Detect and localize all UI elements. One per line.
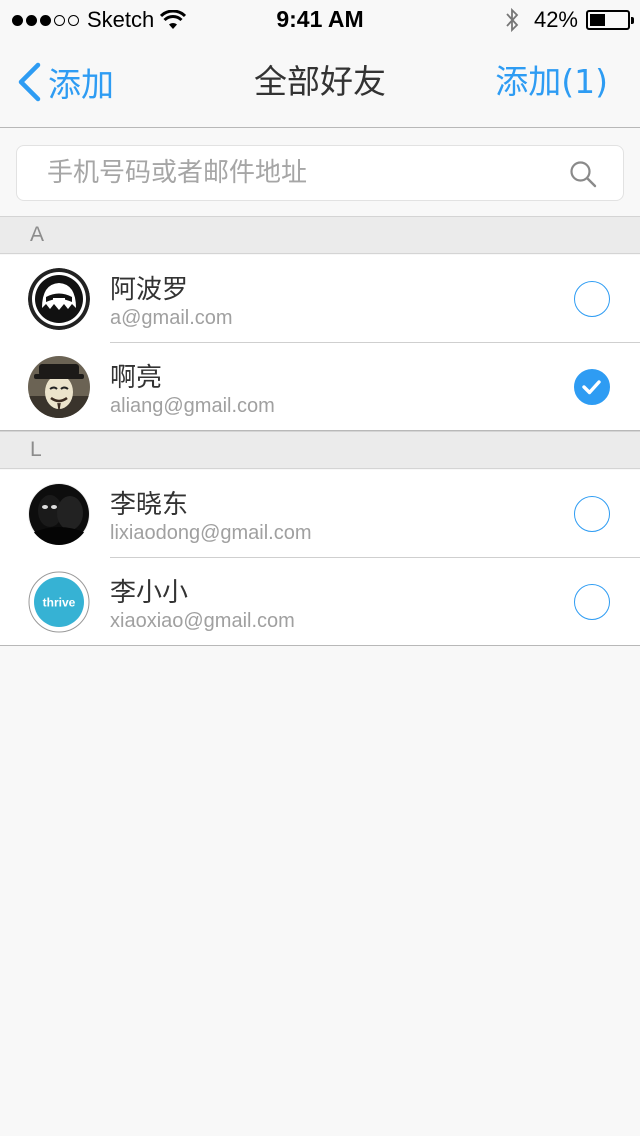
row-divider bbox=[0, 645, 640, 646]
contact-name: 阿波罗 bbox=[110, 275, 189, 305]
search-input[interactable] bbox=[47, 146, 547, 200]
masked-figures-avatar bbox=[28, 483, 90, 545]
ghost-mask-avatar bbox=[28, 268, 90, 330]
section-letter: L bbox=[30, 438, 42, 461]
bluetooth-icon bbox=[506, 7, 519, 33]
thrive-logo-avatar: thrive bbox=[28, 571, 90, 633]
navigation-bar: 添加 全部好友 添加(1) bbox=[0, 40, 640, 128]
guy-fawkes-avatar bbox=[28, 356, 90, 418]
select-checkbox[interactable] bbox=[574, 281, 610, 317]
contact-name: 李晓东 bbox=[110, 490, 189, 520]
search-box bbox=[16, 145, 624, 201]
add-button[interactable]: 添加(1) bbox=[495, 60, 608, 104]
select-checkbox[interactable] bbox=[574, 584, 610, 620]
contact-email: aliang@gmail.com bbox=[110, 395, 275, 417]
battery-icon bbox=[586, 10, 634, 30]
contact-name: 啊亮 bbox=[110, 363, 163, 393]
select-checkbox[interactable] bbox=[574, 496, 610, 532]
contact-row[interactable]: thrive 李小小 xiaoxiao@gmail.com bbox=[0, 558, 640, 646]
battery-fill bbox=[590, 14, 606, 26]
contact-name: 李小小 bbox=[110, 578, 189, 608]
contact-email: lixiaodong@gmail.com bbox=[110, 522, 312, 544]
search-icon[interactable] bbox=[569, 160, 597, 188]
contact-row[interactable]: 李晓东 lixiaodong@gmail.com bbox=[0, 470, 640, 558]
section-letter: A bbox=[30, 223, 45, 246]
contact-row[interactable]: 阿波罗 a@gmail.com bbox=[0, 255, 640, 343]
contact-email: a@gmail.com bbox=[110, 307, 233, 329]
checkmark-icon bbox=[582, 380, 601, 395]
thrive-logo-text: thrive bbox=[43, 596, 76, 610]
status-right: 42% bbox=[504, 6, 634, 34]
contact-row[interactable]: 啊亮 aliang@gmail.com bbox=[0, 343, 640, 431]
contact-email: xiaoxiao@gmail.com bbox=[110, 610, 295, 632]
search-bar bbox=[0, 129, 640, 216]
select-checkbox-checked[interactable] bbox=[574, 369, 610, 405]
status-bar: Sketch 9:41 AM 42% bbox=[0, 0, 640, 40]
battery-percent: 42% bbox=[533, 7, 578, 32]
section-header-l: L bbox=[0, 431, 640, 469]
section-header-a: A bbox=[0, 216, 640, 254]
